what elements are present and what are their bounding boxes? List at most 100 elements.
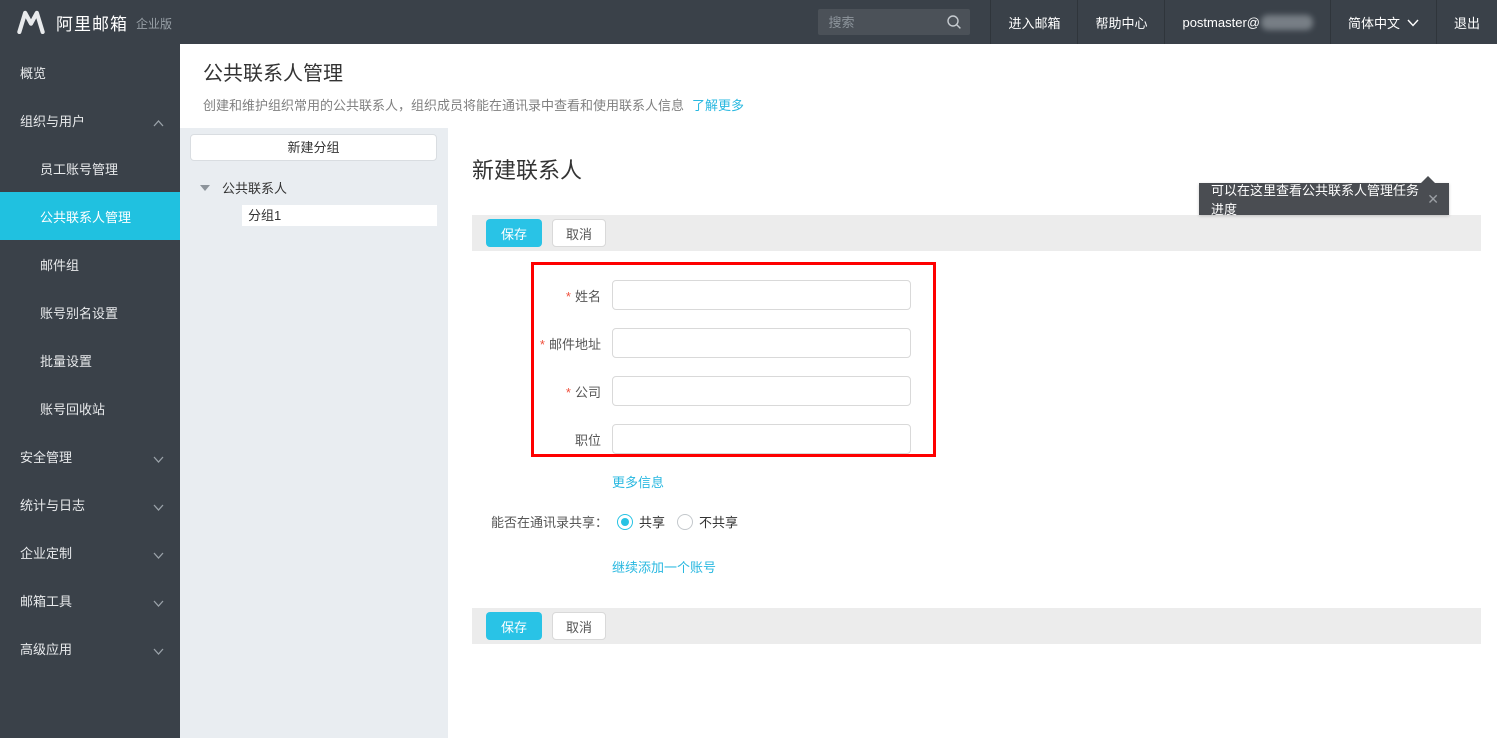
sidebar-item-batch-settings[interactable]: 批量设置 <box>0 336 180 384</box>
share-row: 能否在通讯录共享： 共享 不共享 <box>448 512 1497 531</box>
topnav-language-label: 简体中文 <box>1347 15 1400 31</box>
page-description-text: 创建和维护组织常用的公共联系人，组织成员将能在通讯录中查看和使用联系人信息 <box>203 98 685 113</box>
share-radio-group: 共享 不共享 <box>617 512 750 531</box>
brand-name: 阿里邮箱 <box>56 14 128 34</box>
sidebar-item-label: 安全管理 <box>20 449 73 465</box>
more-info-link[interactable]: 更多信息 <box>612 472 664 491</box>
radio-share[interactable]: 共享 <box>617 512 665 531</box>
company-label: * 公司 <box>448 382 601 401</box>
chevron-down-icon <box>153 499 164 514</box>
learn-more-link[interactable]: 了解更多 <box>692 98 744 113</box>
sidebar-item-label: 邮箱工具 <box>20 593 73 609</box>
chevron-down-icon <box>153 643 164 658</box>
position-label: 职位 <box>448 430 601 449</box>
form-row-company: * 公司 <box>448 376 1497 406</box>
share-label: 能否在通讯录共享： <box>490 515 608 530</box>
chevron-down-icon <box>153 595 164 610</box>
topnav-account-label: postmaster@ <box>1182 14 1260 30</box>
sidebar-item-label: 企业定制 <box>20 545 73 561</box>
position-label-text: 职位 <box>574 432 601 448</box>
sidebar-item-security[interactable]: 安全管理 <box>0 432 180 480</box>
page-description: 创建和维护组织常用的公共联系人，组织成员将能在通讯录中查看和使用联系人信息 了解更… <box>203 95 1497 114</box>
name-field[interactable] <box>612 280 911 310</box>
cancel-button-bottom[interactable]: 取消 <box>552 612 607 640</box>
sidebar-item-enterprise-custom[interactable]: 企业定制 <box>0 528 180 576</box>
sidebar-item-stats-logs[interactable]: 统计与日志 <box>0 480 180 528</box>
main-panel: 新建联系人 保存 取消 * 姓名 * 邮件地址 * 公司 职位 更多信息 能否在… <box>448 128 1497 738</box>
sidebar-item-label: 批量设置 <box>40 353 93 369</box>
new-group-button[interactable]: 新建分组 <box>190 134 437 161</box>
search-icon[interactable] <box>946 14 962 30</box>
save-button[interactable]: 保存 <box>486 219 543 247</box>
chevron-down-icon <box>153 451 164 466</box>
topnav-logout[interactable]: 退出 <box>1435 0 1497 44</box>
tree-root-label: 公共联系人 <box>222 181 288 196</box>
triangle-down-icon <box>200 184 210 191</box>
brand: 阿里邮箱 企业版 <box>0 0 200 44</box>
task-progress-tooltip: 可以在这里查看公共联系人管理任务进度 ✕ <box>1199 176 1449 217</box>
topbar: 阿里邮箱 企业版 进入邮箱 帮助中心 postmaster@ 简体中文 退出 <box>0 0 1497 44</box>
sidebar-item-mail-groups[interactable]: 邮件组 <box>0 240 180 288</box>
company-label-text: 公司 <box>574 384 601 400</box>
toolbar-bottom: 保存 取消 <box>472 608 1481 644</box>
name-label-text: 姓名 <box>574 288 601 304</box>
sidebar: 概览 组织与用户 员工账号管理 公共联系人管理 邮件组 账号别名设置 批量设置 … <box>0 44 180 738</box>
email-field[interactable] <box>612 328 911 358</box>
form-row-email: * 邮件地址 <box>448 328 1497 358</box>
cancel-button[interactable]: 取消 <box>552 219 607 247</box>
add-another-account-link[interactable]: 继续添加一个账号 <box>612 557 716 576</box>
sidebar-item-org-users[interactable]: 组织与用户 <box>0 96 180 144</box>
sidebar-item-mail-tools[interactable]: 邮箱工具 <box>0 576 180 624</box>
sidebar-item-label: 邮件组 <box>40 257 80 273</box>
topnav-language[interactable]: 简体中文 <box>1329 0 1436 44</box>
radio-no-share[interactable]: 不共享 <box>677 512 738 531</box>
topnav-logout-label: 退出 <box>1453 15 1480 31</box>
radio-no-share-label: 不共享 <box>699 515 739 530</box>
sidebar-item-label: 概览 <box>20 65 47 81</box>
contact-form: * 姓名 * 邮件地址 * 公司 职位 <box>448 280 1497 454</box>
sidebar-item-label: 账号别名设置 <box>40 305 119 321</box>
topnav-help-center[interactable]: 帮助中心 <box>1077 0 1164 44</box>
close-icon[interactable]: ✕ <box>1427 191 1439 208</box>
tooltip-text: 可以在这里查看公共联系人管理任务进度 <box>1211 183 1420 217</box>
search-box[interactable] <box>818 9 971 35</box>
form-row-name: * 姓名 <box>448 280 1497 310</box>
sidebar-item-alias-settings[interactable]: 账号别名设置 <box>0 288 180 336</box>
search-input[interactable] <box>828 14 947 30</box>
required-marker: * <box>565 384 571 400</box>
topnav-enter-mail[interactable]: 进入邮箱 <box>990 0 1077 44</box>
save-button-bottom[interactable]: 保存 <box>486 612 543 640</box>
name-label: * 姓名 <box>448 286 601 305</box>
tree-node-group1[interactable]: 分组1 <box>242 205 437 226</box>
page-header: 公共联系人管理 创建和维护组织常用的公共联系人，组织成员将能在通讯录中查看和使用… <box>180 44 1497 128</box>
radio-selected-icon <box>617 513 633 530</box>
brand-edition: 企业版 <box>136 17 173 31</box>
chevron-up-icon <box>153 115 164 130</box>
sidebar-item-label: 高级应用 <box>20 641 73 657</box>
required-marker: * <box>539 336 545 352</box>
position-field[interactable] <box>612 424 911 454</box>
topnav-account[interactable]: postmaster@ <box>1164 0 1330 44</box>
sidebar-item-employee-accounts[interactable]: 员工账号管理 <box>0 144 180 192</box>
email-label-text: 邮件地址 <box>548 336 601 352</box>
radio-share-label: 共享 <box>639 515 666 530</box>
sidebar-item-public-contacts[interactable]: 公共联系人管理 <box>0 192 180 240</box>
chevron-down-icon <box>153 547 164 562</box>
sidebar-item-label: 员工账号管理 <box>40 161 119 177</box>
form-row-position: 职位 <box>448 424 1497 454</box>
sidebar-item-label: 组织与用户 <box>20 113 86 129</box>
sidebar-item-overview[interactable]: 概览 <box>0 48 180 96</box>
chevron-down-icon <box>1407 15 1419 30</box>
sidebar-item-label: 统计与日志 <box>20 497 86 513</box>
blurred-email-domain <box>1260 14 1313 30</box>
tree-node-public-contacts[interactable]: 公共联系人 <box>200 178 448 197</box>
topnav-help-center-label: 帮助中心 <box>1095 15 1148 31</box>
group-panel: 新建分组 公共联系人 分组1 <box>180 128 448 738</box>
page-title: 公共联系人管理 <box>203 63 343 85</box>
sidebar-item-account-recycle[interactable]: 账号回收站 <box>0 384 180 432</box>
email-label: * 邮件地址 <box>448 334 601 353</box>
sidebar-item-advanced-apps[interactable]: 高级应用 <box>0 624 180 672</box>
company-field[interactable] <box>612 376 911 406</box>
toolbar-top: 保存 取消 <box>472 215 1481 251</box>
